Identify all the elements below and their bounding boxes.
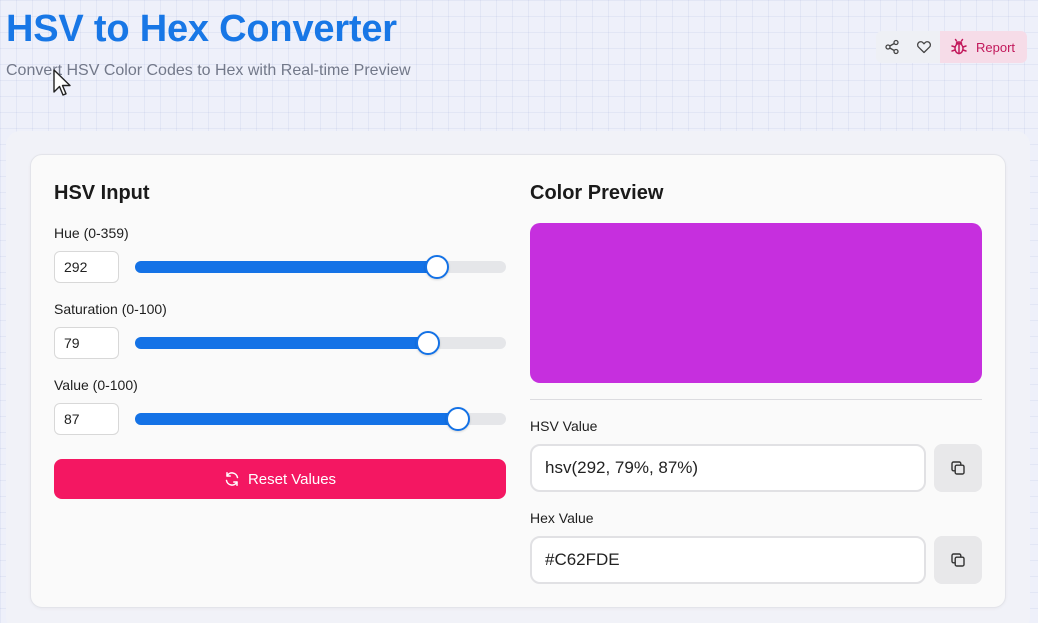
mouse-cursor-icon (53, 69, 71, 96)
page-title: HSV to Hex Converter (6, 8, 397, 50)
saturation-slider[interactable] (135, 331, 506, 355)
color-preview-title: Color Preview (530, 182, 664, 204)
copy-icon (951, 553, 965, 567)
favorite-button[interactable] (908, 31, 940, 63)
copy-icon (951, 461, 965, 475)
saturation-slider-fill (135, 337, 429, 349)
bug-icon (951, 38, 967, 55)
refresh-icon (225, 472, 239, 486)
hue-slider-thumb[interactable] (424, 255, 449, 279)
saturation-slider-thumb[interactable] (416, 331, 441, 355)
header-action-bar: Report (876, 31, 1028, 63)
value-slider-thumb[interactable] (445, 407, 470, 431)
value-slider[interactable] (135, 407, 506, 431)
reset-values-button[interactable]: Reset Values (54, 459, 506, 499)
value-input[interactable] (54, 403, 119, 435)
hex-value-field[interactable]: #C62FDE (530, 536, 926, 584)
value-label: Value (0-100) (54, 377, 138, 393)
hsv-value-label: HSV Value (530, 418, 598, 434)
hue-input[interactable] (54, 251, 119, 283)
copy-hsv-button[interactable] (934, 444, 982, 492)
hsv-value-field[interactable]: hsv(292, 79%, 87%) (530, 444, 926, 492)
share-icon (885, 39, 899, 55)
saturation-input[interactable] (54, 327, 119, 359)
value-slider-fill (135, 413, 458, 425)
hsv-input-title: HSV Input (54, 182, 150, 204)
report-label: Report (976, 39, 1016, 55)
heart-icon (916, 41, 932, 54)
hue-slider[interactable] (135, 255, 506, 279)
hex-value-label: Hex Value (530, 510, 594, 526)
saturation-label: Saturation (0-100) (54, 301, 167, 317)
share-button[interactable] (876, 31, 908, 63)
reset-values-label: Reset Values (247, 470, 337, 488)
report-button[interactable]: Report (940, 31, 1028, 63)
hue-label: Hue (0-359) (54, 225, 129, 241)
color-preview-swatch (530, 223, 982, 383)
divider (530, 399, 982, 400)
copy-hex-button[interactable] (934, 536, 982, 584)
hue-slider-fill (135, 261, 437, 273)
